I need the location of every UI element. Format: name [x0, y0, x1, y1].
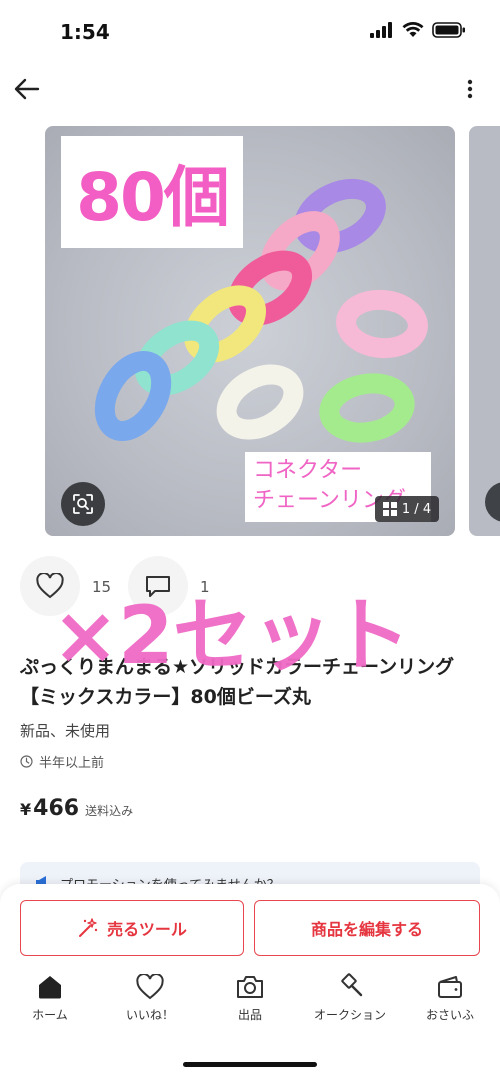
magic-wand-icon [79, 918, 98, 937]
edit-item-button[interactable]: 商品を編集する [254, 900, 480, 956]
tab-wallet[interactable]: おさいふ [400, 972, 500, 1032]
image-label-count-text: 80個 [76, 159, 230, 236]
camera-icon [235, 972, 265, 1002]
status-icons [370, 22, 466, 38]
home-indicator [183, 1062, 317, 1067]
image-search-icon [73, 494, 93, 514]
status-bar: 1:54 [0, 0, 500, 64]
tab-auction[interactable]: オークション [300, 972, 400, 1032]
zoom-button[interactable] [61, 482, 105, 526]
price-row: ¥ 466 送料込み [20, 796, 133, 821]
posted-time-text: 半年以上前 [39, 756, 105, 771]
price-symbol: ¥ [20, 800, 32, 819]
back-button[interactable] [10, 72, 44, 106]
next-image-zoom-button [485, 482, 500, 522]
tab-likes-label: いいね！ [125, 1008, 174, 1022]
gavel-icon [335, 972, 365, 1002]
home-icon [35, 972, 65, 1002]
tab-bar: ホーム いいね！ 出品 オークション おさいふ [0, 972, 500, 1032]
tab-home[interactable]: ホーム [0, 972, 100, 1032]
tab-auction-label: オークション [313, 1008, 386, 1022]
tab-sell[interactable]: 出品 [200, 972, 300, 1032]
overlay-set-text: ×2セット [52, 589, 411, 682]
nav-bar [0, 64, 500, 114]
grid-icon [382, 502, 397, 516]
tab-sell-label: 出品 [237, 1008, 262, 1022]
clock-icon [20, 755, 33, 768]
price-value: 466 [33, 796, 80, 821]
bottom-action-sheet: 売るツール 商品を編集する ホーム いいね！ 出品 オークション おさいふ [0, 884, 500, 1080]
sell-tools-button[interactable]: 売るツール [20, 900, 244, 956]
image-carousel[interactable]: 80個 コネクター チェーンリング 1 / 4 [0, 126, 500, 536]
next-image-thumbnail[interactable] [469, 126, 500, 536]
arrow-left-icon [14, 78, 40, 100]
wallet-icon [435, 972, 465, 1002]
battery-icon [432, 22, 465, 38]
tab-home-label: ホーム [32, 1008, 68, 1022]
heart-icon [135, 972, 165, 1002]
image-label-connector-line1: コネクター [253, 458, 363, 483]
more-button[interactable] [460, 72, 480, 106]
image-label-count: 80個 [61, 136, 243, 248]
wifi-icon [402, 22, 424, 37]
posted-time: 半年以上前 [20, 752, 104, 771]
page-indicator: 1 / 4 [375, 496, 439, 522]
status-time: 1:54 [60, 20, 110, 44]
edit-item-label: 商品を編集する [310, 920, 423, 939]
shipping-label: 送料込み [85, 804, 134, 818]
product-condition: 新品、未使用 [20, 722, 111, 740]
tab-wallet-label: おさいふ [425, 1008, 474, 1022]
more-vertical-icon [467, 79, 473, 99]
tab-likes[interactable]: いいね！ [100, 972, 200, 1032]
signal-icon [370, 22, 392, 38]
product-image[interactable]: 80個 コネクター チェーンリング 1 / 4 [45, 126, 455, 536]
page-indicator-text: 1 / 4 [401, 501, 432, 517]
sell-tools-label: 売るツール [107, 920, 187, 939]
